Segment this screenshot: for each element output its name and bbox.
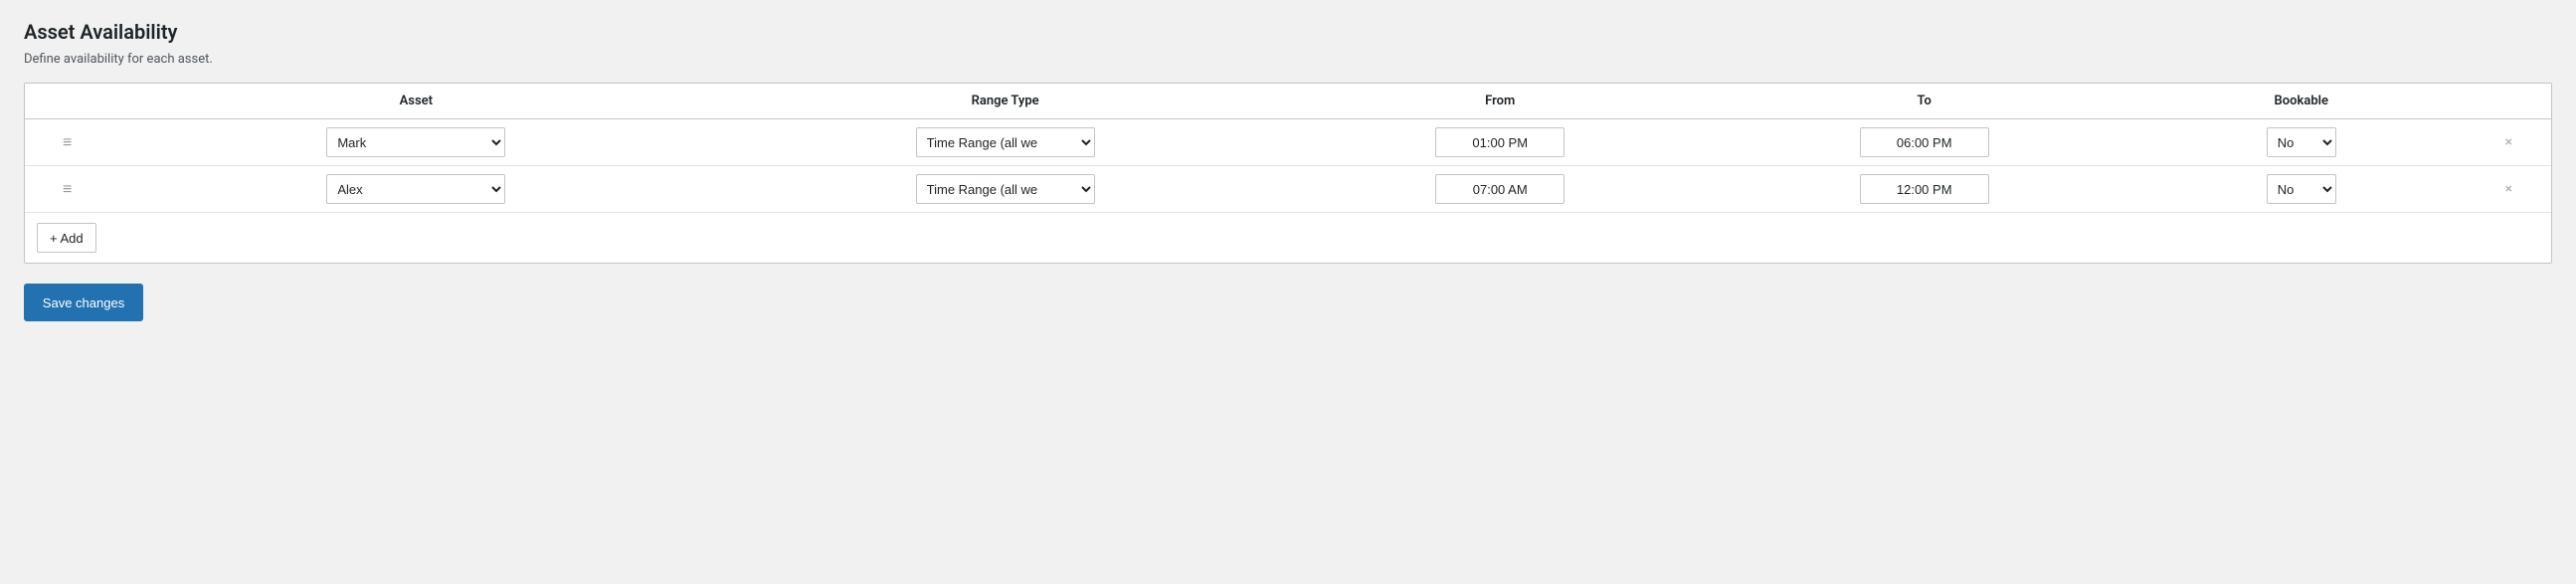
range-type-cell: Time Range (all we	[722, 166, 1288, 213]
bookable-col-header: Bookable	[2136, 84, 2467, 119]
from-input-1[interactable]	[1435, 127, 1564, 157]
add-row-container: + Add	[25, 212, 2551, 263]
from-cell	[1288, 166, 1712, 213]
save-changes-button[interactable]: Save changes	[24, 284, 143, 321]
asset-col-header: Asset	[109, 84, 722, 119]
to-input-1[interactable]	[1860, 127, 1989, 157]
page-title: Asset Availability	[24, 20, 2552, 44]
from-input-2[interactable]	[1435, 174, 1564, 204]
range-type-cell: Time Range (all we	[722, 119, 1288, 166]
to-input-2[interactable]	[1860, 174, 1989, 204]
from-col-header: From	[1288, 84, 1712, 119]
action-col-header	[2467, 84, 2551, 119]
range-col-header: Range Type	[722, 84, 1288, 119]
to-cell	[1712, 119, 2135, 166]
table-header-row: Asset Range Type From To Bookable	[25, 84, 2551, 119]
bookable-select-2[interactable]: NoYes	[2267, 174, 2336, 204]
range-type-select-1[interactable]: Time Range (all we	[916, 127, 1095, 157]
remove-row-button-2[interactable]: ×	[2467, 166, 2551, 213]
availability-table: Asset Range Type From To Bookable ≡ Mark T…	[25, 84, 2551, 212]
asset-cell: Alex	[109, 166, 722, 213]
remove-row-button-1[interactable]: ×	[2467, 119, 2551, 166]
drag-col-header	[25, 84, 109, 119]
bookable-cell: NoYes	[2136, 166, 2467, 213]
range-type-select-2[interactable]: Time Range (all we	[916, 174, 1095, 204]
table-row: ≡ Mark Time Range (all we NoYes ×	[25, 119, 2551, 166]
asset-select-2[interactable]: Alex	[326, 174, 505, 204]
page-description: Define availability for each asset.	[24, 52, 2552, 67]
table-row: ≡ Alex Time Range (all we NoYes ×	[25, 166, 2551, 213]
to-col-header: To	[1712, 84, 2135, 119]
drag-handle[interactable]: ≡	[25, 119, 109, 166]
availability-table-container: Asset Range Type From To Bookable ≡ Mark T…	[24, 83, 2552, 264]
bookable-select-1[interactable]: NoYes	[2267, 127, 2336, 157]
bookable-cell: NoYes	[2136, 119, 2467, 166]
to-cell	[1712, 166, 2135, 213]
drag-handle[interactable]: ≡	[25, 166, 109, 213]
asset-cell: Mark	[109, 119, 722, 166]
from-cell	[1288, 119, 1712, 166]
asset-select-1[interactable]: Mark	[326, 127, 505, 157]
add-row-button[interactable]: + Add	[37, 223, 96, 253]
